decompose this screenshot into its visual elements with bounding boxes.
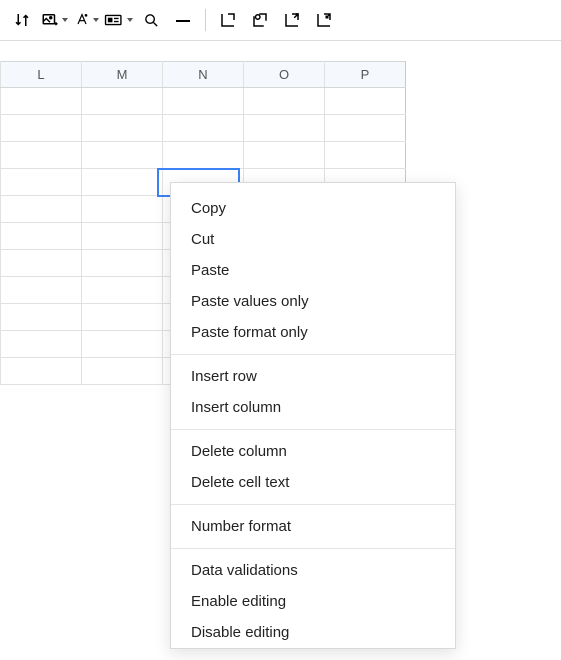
context-menu-separator <box>171 504 455 505</box>
cell[interactable] <box>82 88 163 115</box>
context-menu-item[interactable]: Paste values only <box>171 286 455 317</box>
cell[interactable] <box>1 277 82 304</box>
cell[interactable] <box>1 331 82 358</box>
cell-op-b-button[interactable] <box>244 6 276 34</box>
chevron-down-icon <box>93 18 99 22</box>
cell[interactable] <box>163 142 244 169</box>
grid-row <box>0 115 406 142</box>
cell[interactable] <box>163 115 244 142</box>
cell[interactable] <box>82 304 163 331</box>
cell[interactable] <box>82 196 163 223</box>
cell[interactable] <box>1 250 82 277</box>
cell[interactable] <box>244 142 325 169</box>
context-menu-item[interactable]: Cut <box>171 224 455 255</box>
cell[interactable] <box>82 250 163 277</box>
cell[interactable] <box>244 115 325 142</box>
context-menu-item[interactable]: Disable editing <box>171 617 455 648</box>
context-menu-item[interactable]: Data validations <box>171 555 455 586</box>
sort-button[interactable] <box>6 6 38 34</box>
underline-button[interactable] <box>167 6 199 34</box>
underline-icon <box>176 19 190 22</box>
column-header-row: L M N O P <box>0 62 406 88</box>
cell[interactable] <box>82 331 163 358</box>
font-color-dropdown[interactable] <box>70 6 102 34</box>
cell[interactable] <box>82 142 163 169</box>
context-menu: CopyCutPastePaste values onlyPaste forma… <box>170 182 456 649</box>
cell-op-d-button[interactable] <box>308 6 340 34</box>
cell[interactable] <box>1 142 82 169</box>
cell[interactable] <box>325 142 406 169</box>
grid-row <box>0 142 406 169</box>
toolbar-separator <box>205 9 206 31</box>
cell[interactable] <box>1 88 82 115</box>
context-menu-item[interactable]: Copy <box>171 193 455 224</box>
cell[interactable] <box>325 115 406 142</box>
context-menu-item[interactable]: Insert row <box>171 361 455 392</box>
cell[interactable] <box>82 223 163 250</box>
cell[interactable] <box>82 277 163 304</box>
col-header[interactable]: L <box>1 62 82 88</box>
spreadsheet-grid[interactable]: L M N O P CopyCutPastePaste values onlyP… <box>0 61 561 660</box>
toolbar <box>0 0 561 41</box>
col-header[interactable]: N <box>163 62 244 88</box>
context-menu-separator <box>171 429 455 430</box>
search-button[interactable] <box>135 6 167 34</box>
cell-op-a-button[interactable] <box>212 6 244 34</box>
context-menu-item[interactable]: Insert column <box>171 392 455 423</box>
context-menu-item[interactable]: Number format <box>171 511 455 542</box>
cell[interactable] <box>82 358 163 385</box>
context-menu-item[interactable]: Paste <box>171 255 455 286</box>
cell[interactable] <box>1 304 82 331</box>
col-header[interactable]: P <box>325 62 406 88</box>
context-menu-item[interactable]: Delete column <box>171 436 455 467</box>
cell[interactable] <box>244 88 325 115</box>
context-menu-item[interactable]: Delete cell text <box>171 467 455 498</box>
cell[interactable] <box>82 115 163 142</box>
insert-image-dropdown[interactable] <box>38 6 70 34</box>
cell[interactable] <box>1 358 82 385</box>
cell[interactable] <box>82 169 163 196</box>
cell-op-c-button[interactable] <box>276 6 308 34</box>
cell[interactable] <box>1 169 82 196</box>
cell[interactable] <box>1 223 82 250</box>
col-header[interactable]: O <box>244 62 325 88</box>
chevron-down-icon <box>127 18 133 22</box>
cell[interactable] <box>1 115 82 142</box>
cell[interactable] <box>1 196 82 223</box>
context-menu-separator <box>171 548 455 549</box>
col-header[interactable]: M <box>82 62 163 88</box>
context-menu-item[interactable]: Enable editing <box>171 586 455 617</box>
insert-widget-dropdown[interactable] <box>102 6 135 34</box>
context-menu-separator <box>171 354 455 355</box>
cell[interactable] <box>163 88 244 115</box>
cell[interactable] <box>325 88 406 115</box>
chevron-down-icon <box>62 18 68 22</box>
context-menu-item[interactable]: Paste format only <box>171 317 455 348</box>
grid-row <box>0 88 406 115</box>
